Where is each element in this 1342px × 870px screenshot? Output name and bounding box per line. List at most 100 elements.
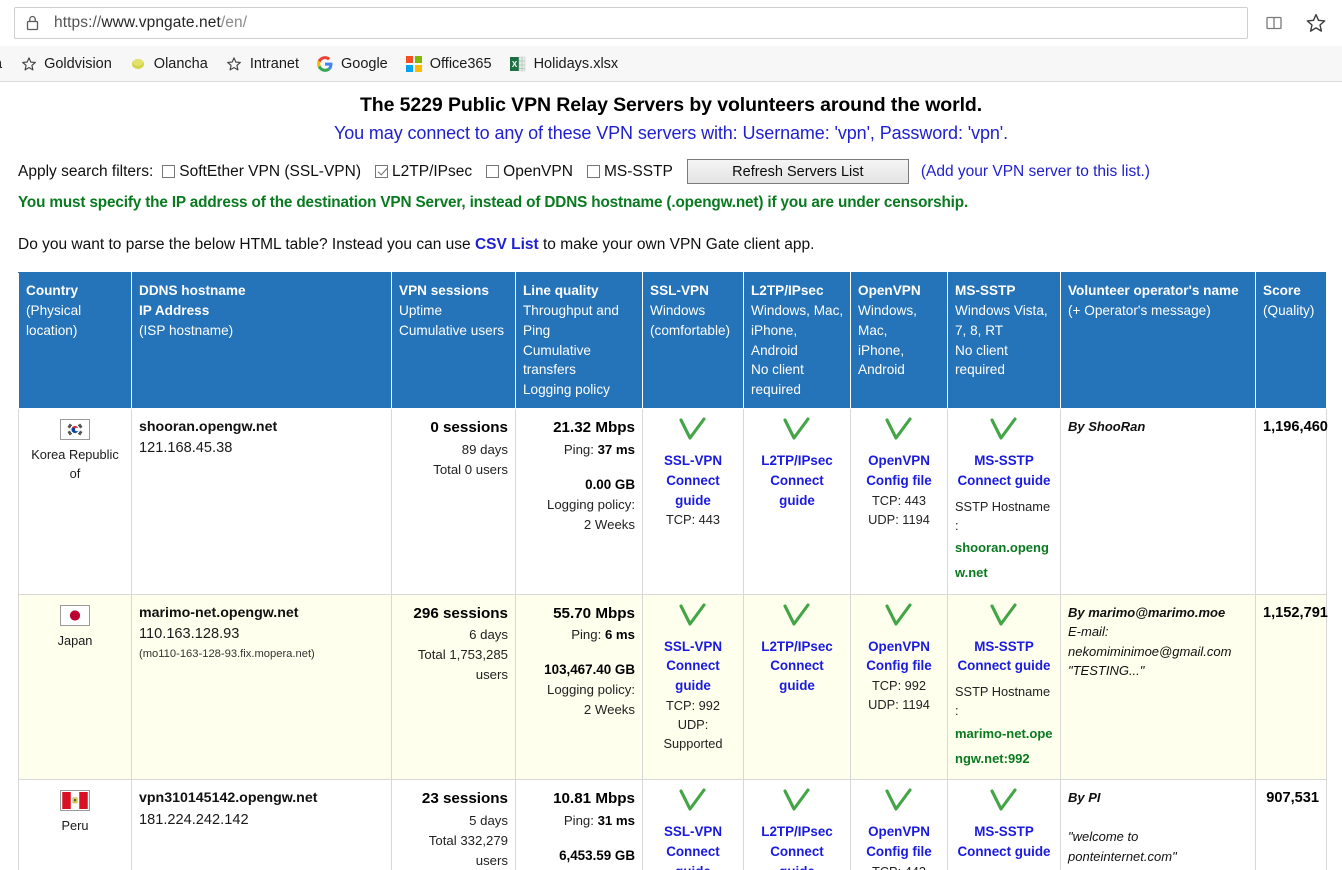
cell-l2tp-ipsec: L2TP/IPsec Connect guide (743, 779, 851, 870)
uptime: 6 days (469, 627, 508, 643)
filter-checkbox-mssstp[interactable]: MS-SSTP (586, 163, 673, 181)
openvpn-link-line1[interactable]: OpenVPN (858, 451, 940, 471)
openvpn-link-line2[interactable]: Config file (858, 471, 940, 491)
checkbox-openvpn[interactable] (486, 165, 500, 178)
l2tp-ipsec-link-line1[interactable]: L2TP/IPsec (751, 637, 843, 657)
bookmark-item-goldvision[interactable]: Goldvision (11, 50, 121, 78)
table-row[interactable]: Korea Republic of shooran.opengw.net 121… (18, 408, 1328, 595)
col-header-openvpn[interactable]: OpenVPN Windows, Mac, iPhone, Android (850, 271, 948, 410)
browser-chrome: https://www.vpngate.net/en/ ta (0, 0, 1342, 82)
checkbox-l2tp[interactable] (375, 165, 389, 178)
refresh-servers-list-button[interactable]: Refresh Servers List (686, 159, 909, 184)
l2tp-ipsec-link-line1[interactable]: L2TP/IPsec (751, 451, 843, 471)
col-subtitle: Windows (650, 302, 706, 318)
book-icon[interactable] (1262, 11, 1286, 35)
green-check-icon (751, 603, 843, 635)
col-subtitle: iPhone, Android (858, 342, 905, 378)
star-icon[interactable] (1304, 11, 1328, 35)
ms-sstp-link-line1[interactable]: MS-SSTP (955, 637, 1053, 657)
ssl-vpn-link-line1[interactable]: SSL-VPN (650, 637, 736, 657)
col-title: Score (1263, 283, 1301, 298)
col-title: MS-SSTP (955, 283, 1016, 298)
col-header-vpn-sessions[interactable]: VPN sessions Uptime Cumulative users (391, 271, 516, 410)
bookmark-label: Office365 (429, 55, 492, 72)
col-header-volunteer-operator[interactable]: Volunteer operator's name (+ Operator's … (1060, 271, 1256, 410)
ms-sstp-link-line2[interactable]: Connect guide (955, 471, 1053, 491)
bookmark-item-office365[interactable]: Office365 (397, 50, 501, 78)
ssl-vpn-link-line2[interactable]: Connect guide (650, 842, 736, 870)
col-title: L2TP/IPsec (751, 283, 824, 298)
l2tp-ipsec-link-line2[interactable]: Connect guide (751, 471, 843, 511)
csv-list-link[interactable]: CSV List (475, 236, 539, 253)
ms-sstp-link-line2[interactable]: Connect guide (955, 656, 1053, 676)
bookmark-item-google[interactable]: Google (308, 50, 397, 78)
bookmark-item-intranet[interactable]: Intranet (217, 50, 308, 78)
operator-message: "welcome to ponteinternet.com" (1068, 829, 1177, 864)
ip-address: 110.163.128.93 (139, 625, 240, 642)
openvpn-link-line1[interactable]: OpenVPN (858, 637, 940, 657)
add-vpn-server-link[interactable]: (Add your VPN server to this list.) (921, 163, 1150, 181)
bookmark-label: Holidays.xlsx (533, 55, 619, 72)
sstp-hostname-label: SSTP Hostname : (955, 684, 1051, 719)
filter-checkbox-softether[interactable]: SoftEther VPN (SSL-VPN) (162, 163, 361, 181)
col-header-l2tp-ipsec[interactable]: L2TP/IPsec Windows, Mac, iPhone, Android… (743, 271, 851, 410)
filter-label-l2tp: L2TP/IPsec (392, 162, 473, 180)
bookmark-item-olancha[interactable]: Olancha (121, 50, 217, 78)
col-header-country[interactable]: Country (Physical location) (18, 271, 132, 410)
ms-sstp-link-line2[interactable]: Connect guide (955, 842, 1053, 862)
uptime: 5 days (469, 813, 508, 829)
l2tp-ipsec-link-line1[interactable]: L2TP/IPsec (751, 822, 843, 842)
table-row[interactable]: Peru vpn310145142.opengw.net 181.224.242… (18, 779, 1327, 870)
table-row[interactable]: Japan marimo-net.opengw.net 110.163.128.… (18, 593, 1328, 781)
bookmark-item-holidays-xlsx[interactable]: X Holidays.xlsx (501, 50, 628, 78)
filter-checkbox-l2tp[interactable]: L2TP/IPsec (375, 163, 472, 181)
col-header-line-quality[interactable]: Line quality Throughput and Ping Cumulat… (515, 271, 643, 410)
openvpn-link-line2[interactable]: Config file (858, 842, 940, 862)
col-subtitle: IP Address (139, 302, 210, 318)
col-header-score[interactable]: Score (Quality) (1255, 271, 1327, 410)
checkbox-softether[interactable] (162, 165, 176, 178)
openvpn-link-line2[interactable]: Config file (858, 656, 940, 676)
col-subtitle: Windows, Mac, (858, 302, 917, 338)
total-users: Total 0 users (433, 461, 508, 477)
cell-operator: By PI "welcome to ponteinternet.com" (1060, 779, 1256, 870)
vpn-servers-table: Country (Physical location) DDNS hostnam… (18, 271, 1328, 870)
green-check-icon (783, 788, 810, 811)
cell-ssl-vpn: SSL-VPN Connect guide TCP: 443 (642, 408, 744, 595)
ssl-vpn-link-line2[interactable]: Connect guide (650, 656, 736, 696)
checkbox-mssstp[interactable] (586, 165, 600, 178)
cumulative-transfer: 0.00 GB (585, 476, 635, 492)
cumulative-transfer: 103,467.40 GB (544, 662, 635, 678)
filter-checkbox-openvpn[interactable]: OpenVPN (486, 163, 573, 181)
address-bar[interactable]: https://www.vpngate.net/en/ (14, 7, 1248, 39)
session-count: 23 sessions (421, 790, 508, 808)
l2tp-ipsec-link-line2[interactable]: Connect guide (751, 842, 843, 870)
url-host: www.vpngate.net (101, 14, 221, 31)
bookmark-item-partial[interactable]: ta (0, 50, 11, 78)
ms-sstp-link-line1[interactable]: MS-SSTP (955, 822, 1053, 842)
ms-sstp-link-line1[interactable]: MS-SSTP (955, 451, 1053, 471)
col-header-ddns-hostname[interactable]: DDNS hostname IP Address (ISP hostname) (131, 271, 392, 410)
green-check-icon (990, 417, 1017, 440)
cell-country: Japan (18, 593, 132, 781)
google-g-icon (317, 55, 334, 72)
logging-policy-value: 2 Weeks (583, 702, 635, 718)
cell-l2tp-ipsec: L2TP/IPsec Connect guide (743, 408, 851, 595)
l2tp-ipsec-link-line2[interactable]: Connect guide (751, 656, 843, 696)
cell-line-quality: 55.70 Mbps Ping: 6 ms 103,467.40 GB Logg… (515, 593, 643, 781)
col-header-ms-sstp[interactable]: MS-SSTP Windows Vista, 7, 8, RT No clien… (947, 271, 1061, 410)
ssl-vpn-link-line1[interactable]: SSL-VPN (650, 822, 736, 842)
ssl-vpn-link-line2[interactable]: Connect guide (650, 471, 736, 511)
col-title: OpenVPN (858, 283, 921, 298)
ssl-vpn-link-line1[interactable]: SSL-VPN (650, 451, 736, 471)
port-info: TCP: 992 (871, 678, 927, 694)
table-header-row: Country (Physical location) DDNS hostnam… (18, 271, 1327, 410)
logging-policy-label: Logging policy: (547, 496, 635, 512)
green-check-icon (679, 417, 706, 440)
omnibox-actions (1262, 11, 1328, 35)
green-check-icon (955, 603, 1053, 635)
col-header-ssl-vpn[interactable]: SSL-VPN Windows (comfortable) (642, 271, 744, 410)
csv-hint-line: Do you want to parse the below HTML tabl… (18, 212, 1324, 254)
openvpn-link-line1[interactable]: OpenVPN (858, 822, 940, 842)
cell-vpn-sessions: 23 sessions 5 days Total 332,279 users (391, 779, 516, 870)
